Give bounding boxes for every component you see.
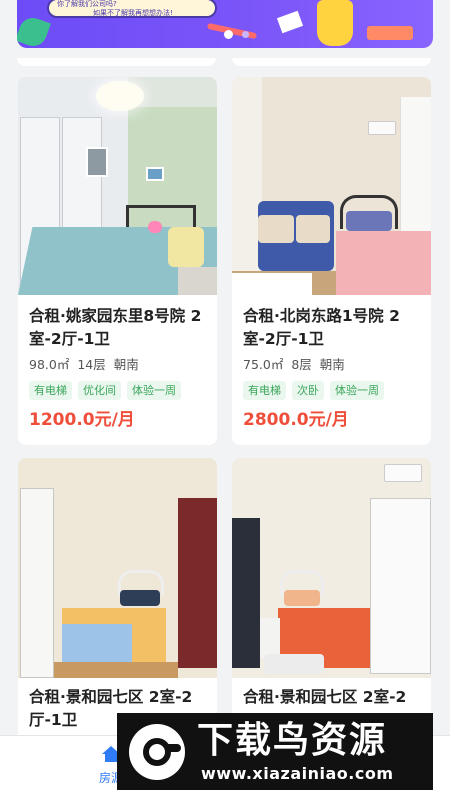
tag: 次卧	[292, 381, 324, 400]
listing-price: 2800.0元/月	[243, 410, 349, 430]
listing-photo	[18, 77, 217, 295]
books-decoration	[367, 26, 413, 40]
watermark-url: www.xiazainiao.com	[201, 764, 394, 783]
banner-text-line1: 你了解我们公司吗?	[57, 0, 117, 8]
banner-text-line2: 如果不了解我再想想办法!	[93, 9, 173, 17]
listing-tags: 有电梯 优化间 体验一周	[29, 381, 206, 400]
tag: 有电梯	[29, 381, 72, 400]
listing-orientation: 朝南	[319, 357, 345, 372]
paper-decoration	[276, 10, 304, 34]
watermark-title: 下载鸟资源	[197, 720, 388, 761]
listing-tags: 有电梯 次卧 体验一周	[243, 381, 420, 400]
listing-meta: 98.0㎡ 14层 朝南	[29, 356, 206, 374]
previous-card-bottom	[232, 58, 431, 66]
listing-orientation: 朝南	[113, 357, 139, 372]
listing-card[interactable]: 合租·北岗东路1号院 2室-2厅-1卫 75.0㎡ 8层 朝南 有电梯 次卧 体验一…	[232, 77, 431, 445]
listing-card[interactable]: 合租·景和园七区 2室-2厅-1卫	[18, 458, 217, 748]
watermark: 下载鸟资源 www.xiazainiao.com	[117, 713, 433, 790]
listing-card[interactable]: 合租·姚家园东里8号院 2室-2厅-1卫 98.0㎡ 14层 朝南 有电梯 优化间 …	[18, 77, 217, 445]
listing-title: 合租·景和园七区 2室-2	[243, 688, 407, 706]
previous-card-bottom	[17, 58, 216, 66]
listing-photo	[232, 77, 431, 295]
listing-photo	[232, 458, 431, 678]
listing-area: 75.0㎡	[243, 357, 284, 372]
tag: 优化间	[78, 381, 121, 400]
bird-logo-icon	[129, 724, 185, 780]
listing-photo	[18, 458, 217, 678]
tag: 有电梯	[243, 381, 286, 400]
tag: 体验一周	[127, 381, 181, 400]
promo-banner[interactable]: 你了解我们公司吗? 如果不了解我再想想办法!	[17, 0, 433, 48]
listing-meta: 75.0㎡ 8层 朝南	[243, 356, 420, 374]
carousel-dot-active	[224, 30, 233, 39]
listing-price: 1200.0元/月	[29, 410, 135, 430]
listing-floor: 14层	[77, 357, 106, 372]
carousel-dot	[242, 31, 249, 38]
listing-title: 合租·姚家园东里8号院 2室-2厅-1卫	[29, 307, 202, 348]
tag: 体验一周	[330, 381, 384, 400]
listing-area: 98.0㎡	[29, 357, 70, 372]
listing-title: 合租·北岗东路1号院 2室-2厅-1卫	[243, 307, 400, 348]
listing-card[interactable]: 合租·景和园七区 2室-2	[232, 458, 431, 748]
banner-speech-bubble: 你了解我们公司吗? 如果不了解我再想想办法!	[47, 0, 217, 18]
character-illustration	[317, 0, 353, 46]
listing-floor: 8层	[291, 357, 312, 372]
leaf-decoration	[17, 14, 51, 48]
